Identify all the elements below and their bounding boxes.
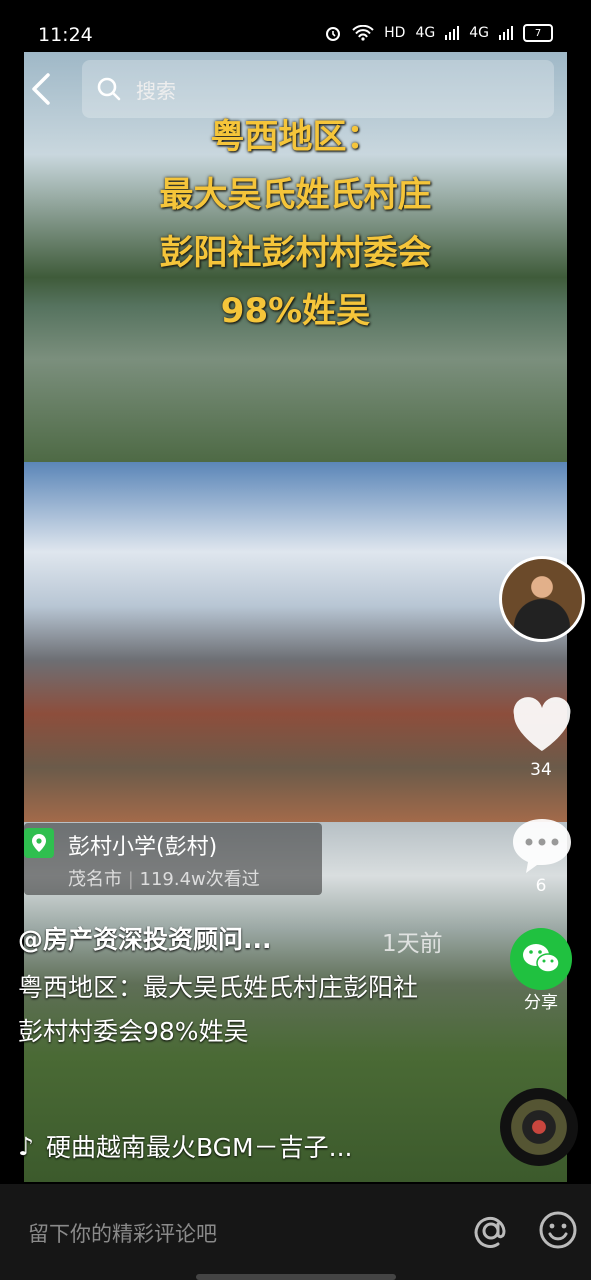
like-count: 34 xyxy=(530,760,552,780)
signal-icon-2 xyxy=(499,26,513,40)
heart-icon[interactable] xyxy=(510,695,574,757)
signal-icon xyxy=(445,26,460,40)
music-info[interactable]: ♪ 硬曲越南最火BGM－吉子... xyxy=(18,1128,352,1164)
overlay-line-4: 98%姓吴 xyxy=(220,291,371,331)
share-wechat-button[interactable] xyxy=(510,928,572,990)
music-title: 硬曲越南最火BGM－吉子... xyxy=(45,1133,353,1162)
author-name[interactable]: @房产资深投资顾问... xyxy=(18,920,272,956)
alarm-icon xyxy=(326,27,341,41)
post-time: 1天前 xyxy=(382,931,443,957)
location-views: 119.4w次看过 xyxy=(139,869,260,890)
hd-label: HD xyxy=(384,25,406,41)
location-city: 茂名市 xyxy=(68,869,122,890)
location-tag[interactable]: 彭村小学(彭村) 茂名市 | 119.4w次看过 xyxy=(24,823,322,895)
signal-label-1: 4G xyxy=(415,25,436,41)
home-indicator xyxy=(196,1274,396,1280)
author-avatar[interactable] xyxy=(499,556,585,642)
comment-placeholder[interactable]: 留下你的精彩评论吧 xyxy=(28,1218,217,1248)
battery-level: 7 xyxy=(534,27,542,39)
mention-at-icon[interactable] xyxy=(470,1210,512,1252)
overlay-line-3: 彭阳社彭村村委会 xyxy=(159,233,432,273)
music-note-icon: ♪ xyxy=(18,1131,34,1161)
search-icon xyxy=(97,77,121,101)
location-pin-icon xyxy=(24,828,54,858)
overlay-line-2: 最大吴氏姓氏村庄 xyxy=(159,175,432,215)
status-icons: HD 4G 4G 7 xyxy=(324,24,553,42)
back-arrow-icon[interactable] xyxy=(28,72,54,106)
music-disc-icon[interactable] xyxy=(500,1088,578,1166)
location-subtitle: 茂名市 | 119.4w次看过 xyxy=(68,865,260,891)
search-placeholder: 搜索 xyxy=(136,78,176,103)
post-description: 粤西地区：最大吴氏姓氏村庄彭阳社彭村村委会98%姓吴 xyxy=(18,973,419,1046)
comment-input-bar[interactable]: 留下你的精彩评论吧 xyxy=(0,1184,591,1280)
comment-icon[interactable] xyxy=(510,815,574,875)
status-time: 11:24 xyxy=(38,24,93,46)
location-divider: | xyxy=(127,869,140,890)
wifi-icon xyxy=(352,25,374,41)
search-bar[interactable]: 搜索 xyxy=(82,60,554,118)
status-bar: 11:24 HD 4G 4G 7 xyxy=(0,0,591,52)
battery-icon: 7 xyxy=(523,24,553,42)
signal-label-2: 4G xyxy=(469,25,489,41)
emoji-icon[interactable] xyxy=(538,1210,578,1250)
share-label: 分享 xyxy=(524,993,558,1013)
location-name: 彭村小学(彭村) xyxy=(68,835,218,860)
comment-count: 6 xyxy=(535,876,547,896)
wechat-icon xyxy=(523,944,560,973)
video-frame-building xyxy=(24,462,567,822)
video-overlay-title: 粤西地区： 最大吴氏姓氏村庄 彭阳社彭村村委会 98%姓吴 xyxy=(24,108,567,340)
